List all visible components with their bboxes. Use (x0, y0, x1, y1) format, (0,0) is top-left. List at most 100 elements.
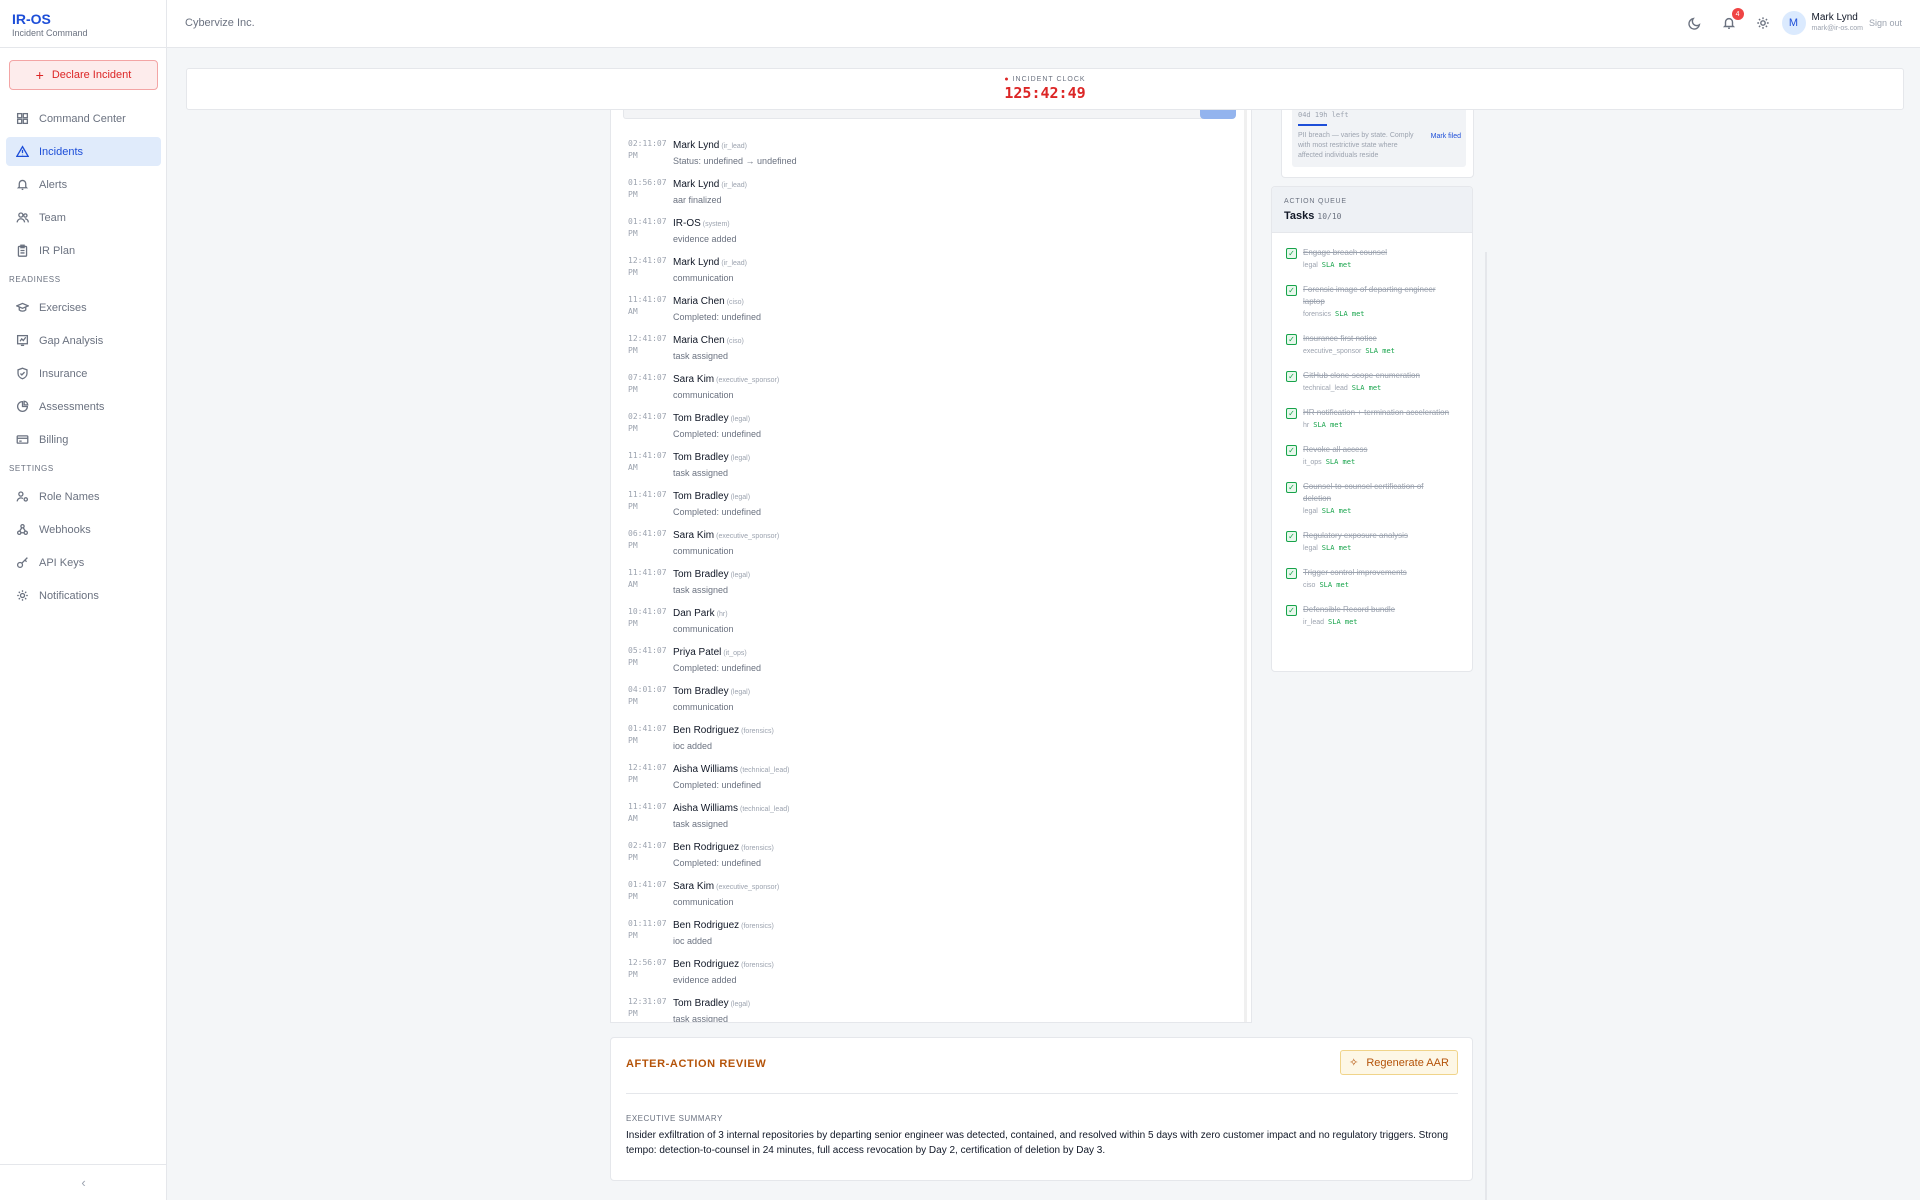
task-item[interactable]: ✓ Counsel-to-counsel certification of del… (1286, 481, 1472, 518)
timeline-body: Tom Bradley (legal) task assigned (673, 566, 750, 605)
sidebar-item-exercises[interactable]: Exercises (6, 293, 161, 322)
checkbox-checked-icon[interactable]: ✓ (1286, 445, 1297, 456)
timeline-scrollbar[interactable] (1244, 110, 1247, 1022)
moon-icon[interactable] (1686, 14, 1704, 32)
timeline-actor: Aisha Williams (673, 803, 739, 814)
timeline-role: (it_ops) (723, 650, 747, 657)
timeline-ampm: PM (628, 892, 638, 901)
brand: IR-OS Incident Command (0, 0, 166, 48)
divider (626, 1093, 1458, 1094)
collapse-sidebar-button[interactable]: ‹ (0, 1164, 167, 1200)
task-item[interactable]: ✓ Defensible Record bundle ir_lead SLA met (1286, 604, 1472, 629)
declare-incident-label: Declare Incident (51, 69, 132, 81)
timeline-time: 11:41:07 PM (628, 488, 673, 527)
timeline-description: Completed: undefined (673, 663, 762, 673)
timeline-ampm: PM (628, 190, 638, 199)
sidebar-item-team[interactable]: Team (6, 203, 161, 232)
task-item[interactable]: ✓ Regulatory exposure analysis legal SLA me… (1286, 530, 1472, 555)
timeline-role: (ir_lead) (721, 260, 748, 267)
sidebar-item-billing[interactable]: Billing (6, 425, 161, 454)
sidebar-item-label: IR Plan (39, 244, 76, 257)
checkbox-checked-icon[interactable]: ✓ (1286, 482, 1297, 493)
task-item[interactable]: ✓ HR notification + termination accelerat… (1286, 407, 1472, 432)
timeline-time: 11:41:07 AM (628, 293, 673, 332)
pie-icon (15, 400, 29, 414)
declare-incident-button[interactable]: + Declare Incident (9, 60, 158, 90)
sidebar-item-ir-plan[interactable]: IR Plan (6, 236, 161, 265)
settings-gear-icon[interactable] (1754, 14, 1772, 32)
sidebar-item-alerts[interactable]: Alerts (6, 170, 161, 199)
mark-filed-button[interactable]: Mark filed (1431, 133, 1461, 140)
timeline-actor: Priya Patel (673, 647, 722, 658)
timeline-body: Mark Lynd (ir_lead) aar finalized (673, 176, 747, 215)
sidebar-item-incidents[interactable]: Incidents (6, 137, 161, 166)
sidebar-item-role-names[interactable]: Role Names (6, 482, 161, 511)
notifications-bell-icon[interactable]: 4 (1720, 8, 1744, 32)
sidebar-item-insurance[interactable]: Insurance (6, 359, 161, 388)
timeline-entry: 11:41:07 AM Tom Bradley (legal) task assigne… (628, 566, 1228, 605)
task-item[interactable]: ✓ Forensic image of departing engineer la… (1286, 284, 1472, 321)
timeline-clock: 01:41:07 (628, 217, 667, 226)
sidebar: IR-OS Incident Command + Declare Inciden… (0, 0, 167, 1200)
timeline-body: Tom Bradley (legal) task assigned (673, 449, 750, 488)
checkbox-checked-icon[interactable]: ✓ (1286, 408, 1297, 419)
sidebar-item-api-keys[interactable]: API Keys (6, 548, 161, 577)
page-scrollbar[interactable] (1485, 252, 1487, 1200)
timeline-description: task assigned (673, 585, 729, 595)
task-title: GitHub clone-scope enumeration (1303, 371, 1420, 380)
checkbox-checked-icon[interactable]: ✓ (1286, 605, 1297, 616)
checkbox-checked-icon[interactable]: ✓ (1286, 531, 1297, 542)
task-item[interactable]: ✓ Trigger control improvements ciso SLA met (1286, 567, 1472, 592)
timeline-role: (legal) (730, 455, 751, 462)
timeline-time: 12:41:07 PM (628, 332, 673, 371)
sidebar-item-notifications[interactable]: Notifications (6, 581, 161, 610)
timeline-description: ioc added (673, 936, 713, 946)
timeline-add-button[interactable] (1200, 110, 1236, 119)
sidebar-item-command-center[interactable]: Command Center (6, 104, 161, 133)
sla-status: SLA met (1365, 347, 1395, 355)
timeline-ampm: PM (628, 385, 638, 394)
timeline-clock: 12:31:07 (628, 997, 667, 1006)
timeline-entry: 02:11:07 PM Mark Lynd (ir_lead) Status: unde… (628, 137, 1228, 176)
task-item[interactable]: ✓ Engage breach counsel legal SLA met (1286, 247, 1472, 272)
sla-status: SLA met (1351, 384, 1382, 392)
timeline-time: 12:41:07 PM (628, 254, 673, 293)
sidebar-item-assessments[interactable]: Assessments (6, 392, 161, 421)
timeline-ampm: PM (628, 346, 638, 355)
checkbox-checked-icon[interactable]: ✓ (1286, 285, 1297, 296)
timeline-time: 11:41:07 AM (628, 449, 673, 488)
sla-status: SLA met (1313, 421, 1343, 429)
timeline-panel: 02:11:07 PM Mark Lynd (ir_lead) Status: unde… (610, 110, 1252, 1023)
chart-icon (15, 334, 29, 348)
sidebar-item-gap-analysis[interactable]: Gap Analysis (6, 326, 161, 355)
timeline-entry: 12:41:07 PM Aisha Williams (technical_lead)… (628, 761, 1228, 800)
timeline-description: task assigned (673, 1014, 729, 1023)
sparkle-icon: ✧ (1349, 1057, 1359, 1069)
task-item[interactable]: ✓ GitHub clone-scope enumeration technical… (1286, 370, 1472, 395)
task-item[interactable]: ✓ Revoke all access it_ops SLA met (1286, 444, 1472, 469)
timeline-ampm: PM (628, 229, 638, 238)
sign-out-link[interactable]: Sign out (1869, 18, 1902, 28)
sla-status: SLA met (1321, 544, 1352, 552)
brand-title[interactable]: IR-OS (12, 11, 154, 27)
user-email: mark@ir-os.com (1811, 25, 1863, 32)
timeline-body: Maria Chen (ciso) Completed: undefined (673, 293, 761, 332)
checkbox-checked-icon[interactable]: ✓ (1286, 248, 1297, 259)
avatar[interactable]: M (1781, 11, 1806, 35)
checkbox-checked-icon[interactable]: ✓ (1286, 334, 1297, 345)
timeline-ampm: PM (628, 775, 638, 784)
timeline-note-input[interactable] (623, 110, 1205, 119)
task-item[interactable]: ✓ Insurance first notice executive_sponsor… (1286, 333, 1472, 358)
task-meta: executive_sponsor SLA met (1303, 345, 1453, 358)
timeline-clock: 12:41:07 (628, 256, 667, 265)
timeline-role: (legal) (730, 494, 751, 501)
task-content: Forensic image of departing engineer lap… (1303, 284, 1453, 321)
checkbox-checked-icon[interactable]: ✓ (1286, 371, 1297, 382)
regenerate-aar-button[interactable]: ✧ Regenerate AAR (1340, 1050, 1458, 1075)
checkbox-checked-icon[interactable]: ✓ (1286, 568, 1297, 579)
timeline-body: Tom Bradley (legal) communication (673, 683, 750, 722)
timeline-ampm: PM (628, 853, 638, 862)
timeline-entry: 01:11:07 PM Ben Rodriguez (forensics) ioc ad… (628, 917, 1228, 956)
timeline-body: Priya Patel (it_ops) Completed: undefined (673, 644, 761, 683)
sidebar-item-webhooks[interactable]: Webhooks (6, 515, 161, 544)
